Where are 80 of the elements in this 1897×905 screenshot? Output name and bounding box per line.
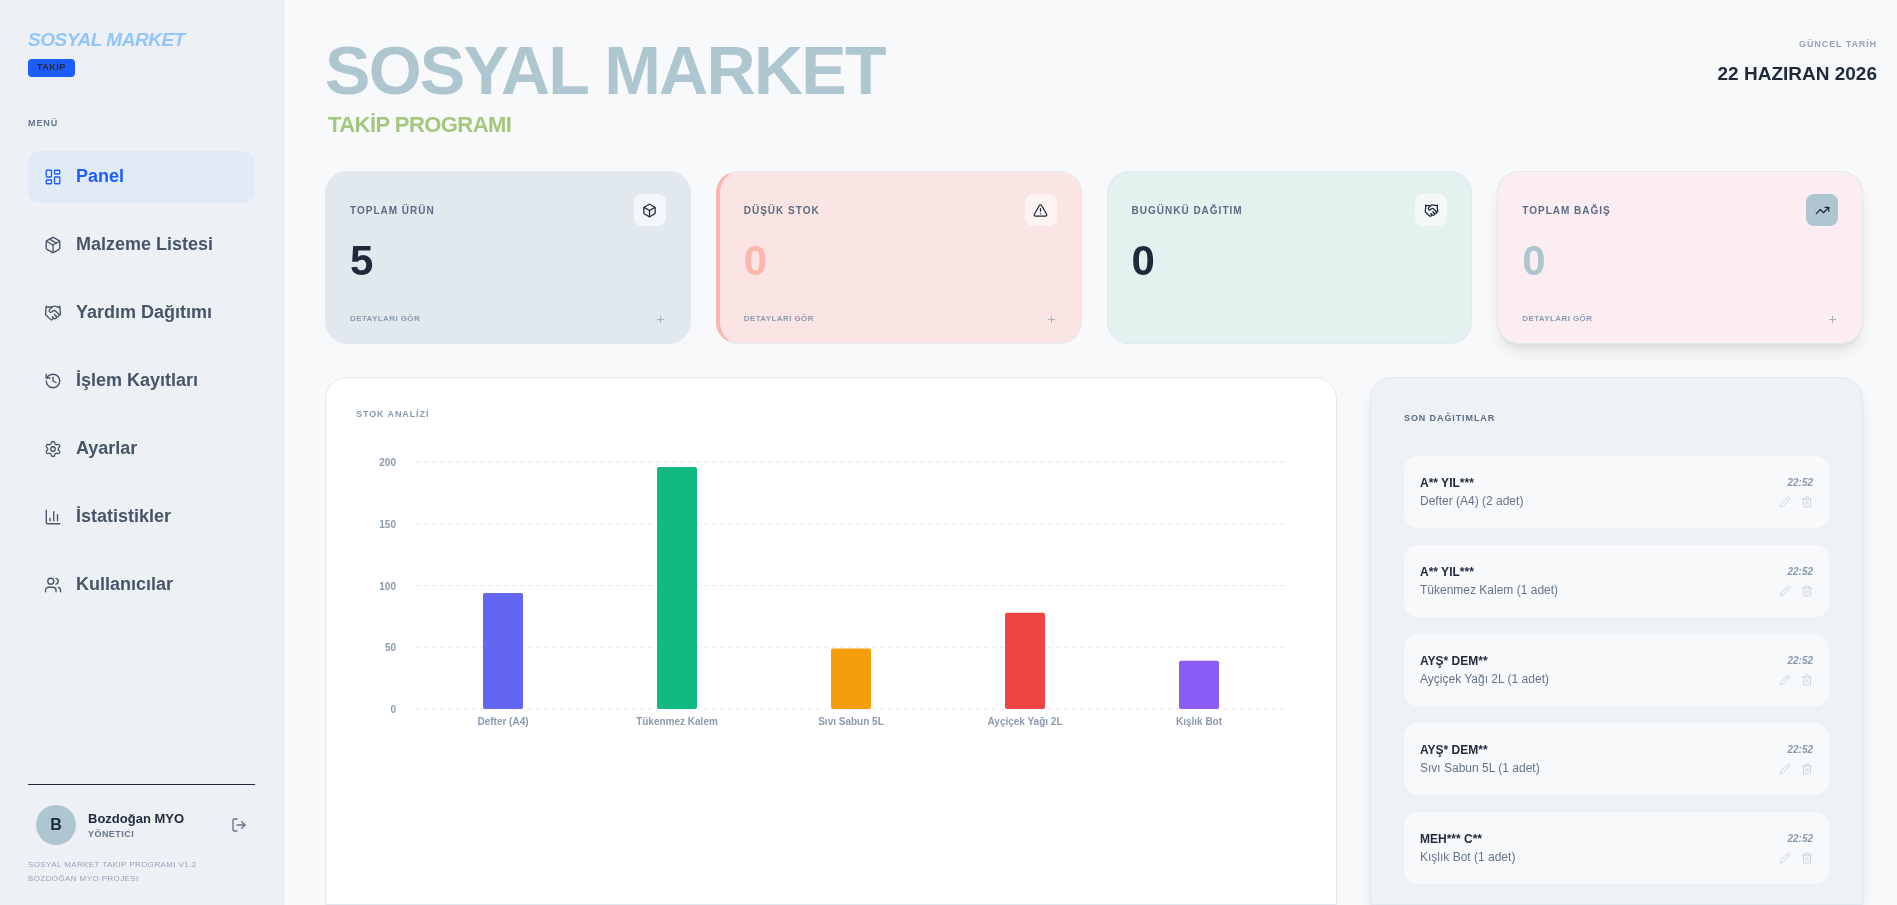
edit-button[interactable] [1779, 763, 1791, 775]
axis-label: 100 [379, 580, 396, 591]
recipient-name: A** YIL*** [1420, 563, 1475, 581]
edit-button[interactable] [1779, 496, 1791, 508]
edit-button[interactable] [1779, 674, 1791, 686]
item-detail: Sıvı Sabun 5L (1 adet) [1420, 759, 1540, 777]
item-time: 22:52 [1787, 565, 1813, 579]
axis-label: 150 [379, 518, 396, 530]
axis-label: 200 [379, 456, 396, 468]
trending-up-icon [1806, 194, 1838, 226]
logout-button[interactable] [231, 817, 247, 833]
grid-icon [44, 167, 62, 186]
box-icon [44, 235, 62, 254]
stat-label: BUGÜNKÜ DAĞITIM [1131, 203, 1243, 218]
item-detail: Tükenmez Kalem (1 adet) [1420, 581, 1559, 599]
axis-label: 0 [390, 703, 396, 715]
footer-text: BOZDOĞAN MYO PROJESI [28, 873, 140, 885]
axis-label: Tükenmez Kalem [636, 715, 718, 727]
logo-title: SOSYAL MARKET [28, 30, 188, 49]
recipient-name: AYŞ* DEM** [1420, 652, 1489, 670]
stat-value: 0 [1131, 240, 1156, 282]
nav-item[interactable]: Panel [28, 150, 255, 203]
footer-text: SOSYAL MARKET TAKIP PROGRAMI V1.2 [28, 859, 198, 871]
users-icon [44, 575, 62, 594]
nav-item[interactable]: İşlem Kayıtları [28, 354, 255, 407]
plus-icon [654, 313, 666, 325]
handshake-icon [44, 303, 62, 322]
nav-item[interactable]: Malzeme Listesi [28, 218, 255, 271]
bar [1179, 660, 1219, 709]
axis-label: Kışlık Bot [1175, 715, 1223, 727]
axis-label: Sıvı Sabun 5L [818, 715, 884, 727]
stat-label: TOPLAM ÜRÜN [350, 203, 435, 218]
item-detail: Defter (A4) (2 adet) [1420, 492, 1524, 510]
chart-title: STOK ANALİZİ [356, 408, 431, 421]
edit-button[interactable] [1779, 585, 1791, 597]
user-name: Bozdoğan MYO [88, 809, 186, 828]
recipient-name: A** YIL*** [1420, 474, 1475, 492]
nav-item[interactable]: İstatistikler [28, 490, 255, 543]
delete-button[interactable] [1801, 763, 1813, 775]
nav-item[interactable]: Yardım Dağıtımı [28, 286, 255, 339]
user-role: YÖNETICI [88, 828, 136, 841]
nav-item[interactable]: Ayarlar [28, 422, 255, 475]
item-time: 22:52 [1787, 476, 1813, 490]
item-time: 22:52 [1787, 832, 1813, 846]
stat-label: DÜŞÜK STOK [743, 203, 820, 218]
current-date: 22 HAZIRAN 2026 [1717, 61, 1877, 86]
page-title: SOSYAL MARKET [325, 36, 885, 104]
nav-item[interactable]: Kullanıcılar [28, 558, 255, 611]
bar-chart-icon [44, 507, 62, 526]
settings-icon [44, 439, 62, 458]
page-subtitle: TAKİP PROGRAMI [328, 111, 513, 139]
panel-title: SON DAĞITIMLAR [1404, 412, 1497, 425]
logo-badge: TAKİP [28, 59, 75, 77]
item-time: 22:52 [1787, 654, 1813, 668]
stat-label: TOPLAM BAĞIŞ [1522, 203, 1611, 218]
edit-button[interactable] [1779, 852, 1791, 864]
delete-button[interactable] [1801, 674, 1813, 686]
warning-icon [1024, 194, 1057, 226]
item-time: 22:52 [1787, 743, 1813, 757]
delete-button[interactable] [1801, 585, 1813, 597]
recipient-name: MEH*** C** [1420, 830, 1483, 848]
bar [831, 648, 871, 709]
avatar: B [36, 805, 76, 845]
delete-button[interactable] [1801, 496, 1813, 508]
history-icon [44, 371, 62, 390]
axis-label: 50 [384, 641, 396, 653]
stat-value: 5 [350, 240, 375, 282]
recipient-name: AYŞ* DEM** [1420, 741, 1489, 759]
box-icon [633, 194, 666, 226]
axis-label: Defter (A4) [477, 715, 529, 727]
item-detail: Kışlık Bot (1 adet) [1420, 848, 1516, 866]
delete-button[interactable] [1801, 852, 1813, 864]
handshake-icon [1415, 194, 1448, 226]
date-label: GÜNCEL TARİH [1799, 38, 1877, 51]
axis-label: Ayçiçek Yağı 2L [987, 715, 1063, 727]
stat-value: 0 [1522, 240, 1547, 282]
plus-icon [1045, 313, 1057, 325]
menu-label: MENÜ [28, 117, 60, 130]
item-detail: Ayçiçek Yağı 2L (1 adet) [1420, 670, 1549, 688]
plus-icon [1827, 313, 1838, 325]
